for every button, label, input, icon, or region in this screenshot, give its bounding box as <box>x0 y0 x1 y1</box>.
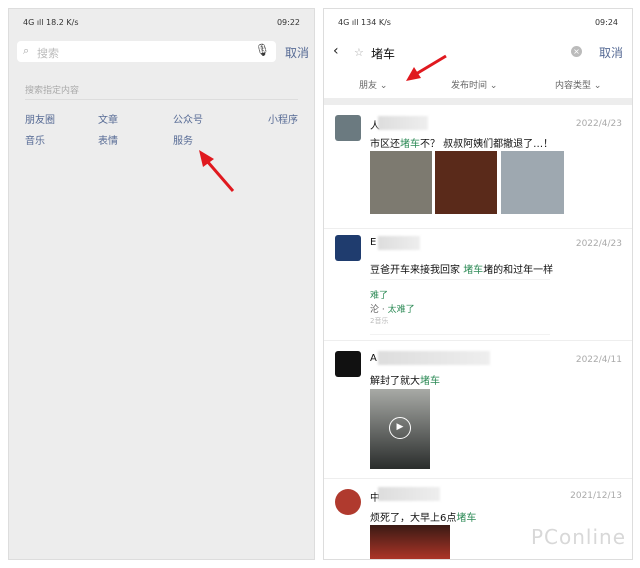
post-text: 市区还堵车不？ 叔叔阿姨们都撤退了…！ <box>370 135 553 150</box>
post-video[interactable]: ▶ <box>370 389 430 469</box>
music-title: 难了 <box>370 291 389 301</box>
red-arrow-annotation <box>406 54 447 81</box>
music-artist: 沦 · 太难了 <box>370 302 415 315</box>
left-screen: 4G ıll 18.2 K/s 09:22 ⌕ 搜索 🎙 取消 搜索指定内容 朋… <box>8 8 315 560</box>
keyword-highlight: 堵车 <box>456 513 477 524</box>
text-part: 堵的和过年一样 <box>483 265 554 276</box>
post-date: 2022/4/23 <box>575 239 622 249</box>
blurred-name <box>378 236 420 250</box>
artist-name: 太难了 <box>387 305 415 315</box>
post-item[interactable]: E 2022/4/23 豆爸开车来接我回家 堵车堵的和过年一样 难了 沦 · 太… <box>324 229 632 341</box>
avatar <box>335 351 361 377</box>
post-image[interactable] <box>501 151 564 214</box>
play-icon[interactable]: ▶ <box>389 417 411 439</box>
watermark: PConline <box>530 525 626 549</box>
right-screen: 4G ıll 134 K/s 09:24 ‹ ☆ 堵车 × 取消 朋友 ⌄ 发布… <box>323 8 633 560</box>
text-part: 不？ 叔叔阿姨们都撤退了…！ <box>420 139 554 150</box>
text-part: 豆爸开车来接我回家 <box>370 265 464 276</box>
post-text: 解封了就大堵车 <box>370 372 440 387</box>
post-date: 2022/4/11 <box>575 355 622 365</box>
music-card[interactable]: 难了 沦 · 太难了 2音乐 <box>370 279 550 335</box>
text-part: 烦死了，大早上6点 <box>370 513 457 524</box>
blurred-name <box>378 351 490 365</box>
keyword-highlight: 堵车 <box>463 265 484 276</box>
avatar <box>335 235 361 261</box>
post-date: 2021/12/13 <box>570 491 622 501</box>
text-part: 市区还 <box>370 139 400 150</box>
red-arrow-annotation <box>199 150 235 192</box>
post-image[interactable] <box>370 151 432 214</box>
blurred-name <box>378 487 440 501</box>
post-item[interactable]: A 2022/4/11 解封了就大堵车 ▶ <box>324 341 632 479</box>
avatar <box>335 489 361 515</box>
post-text: 烦死了，大早上6点堵车 <box>370 509 476 524</box>
post-image[interactable] <box>370 525 450 559</box>
post-text: 豆爸开车来接我回家 堵车堵的和过年一样 <box>370 261 553 276</box>
post-image[interactable] <box>435 151 497 214</box>
post-author: A <box>370 353 377 364</box>
keyword-highlight: 堵车 <box>400 139 420 150</box>
text-part: 解封了就大 <box>370 376 420 387</box>
music-source: 2音乐 <box>370 317 389 325</box>
artist-prefix: 沦 · <box>370 305 388 315</box>
post-author: E <box>370 237 377 248</box>
keyword-highlight: 堵车 <box>420 376 440 387</box>
